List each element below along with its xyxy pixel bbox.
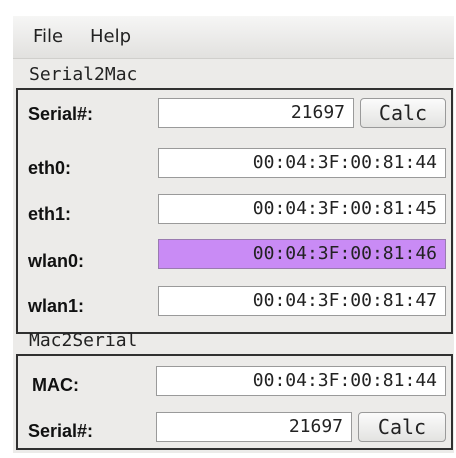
- wlan1-field[interactable]: 00:04:3F:00:81:47: [158, 286, 446, 316]
- mac-label: MAC:: [32, 375, 79, 395]
- eth1-label: eth1:: [28, 204, 72, 224]
- serial-label: Serial#:: [28, 104, 94, 124]
- wlan0-field[interactable]: 00:04:3F:00:81:46: [158, 239, 446, 269]
- menu-help[interactable]: Help: [90, 26, 131, 47]
- mac2serial-title: Mac2Serial: [29, 330, 138, 351]
- serial2mac-title: Serial2Mac: [29, 64, 138, 85]
- mac2serial-calc-button[interactable]: Calc: [358, 412, 446, 442]
- serial2mac-panel: Serial#: 21697 Calc eth0: 00:04:3F:00:81…: [16, 88, 453, 334]
- menu-file[interactable]: File: [33, 26, 63, 47]
- wlan0-label: wlan0:: [28, 251, 85, 271]
- app-window: File Help Serial2Mac Serial#: 21697 Calc…: [13, 16, 454, 453]
- wlan1-label: wlan1:: [28, 296, 85, 316]
- eth0-label: eth0:: [28, 158, 72, 178]
- eth0-field[interactable]: 00:04:3F:00:81:44: [158, 148, 446, 178]
- mac2serial-serial-output[interactable]: 21697: [156, 412, 352, 442]
- eth1-field[interactable]: 00:04:3F:00:81:45: [158, 194, 446, 224]
- mac2serial-panel: MAC: 00:04:3F:00:81:44 Serial#: 21697 Ca…: [16, 354, 453, 450]
- mac2serial-serial-label: Serial#:: [28, 421, 94, 441]
- serial-input[interactable]: 21697: [158, 98, 354, 128]
- serial2mac-calc-button[interactable]: Calc: [360, 98, 446, 128]
- mac-input[interactable]: 00:04:3F:00:81:44: [156, 366, 446, 396]
- menu-bar: File Help: [13, 16, 454, 59]
